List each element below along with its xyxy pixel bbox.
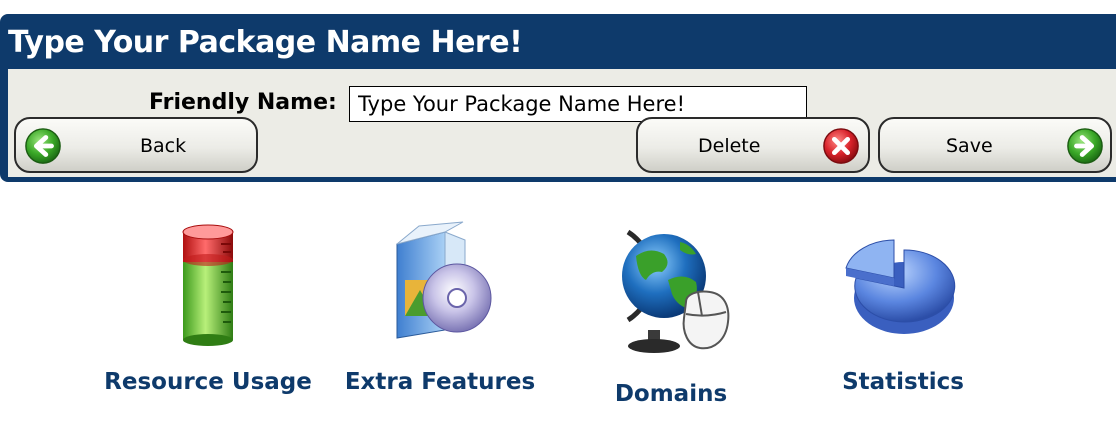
statistics-icon — [845, 239, 956, 334]
friendly-name-label-text: Friendly Name: — [149, 90, 337, 115]
save-arrow-icon — [1067, 128, 1103, 164]
extra-features-link[interactable]: Extra Features — [335, 220, 545, 398]
extra-features-label: Extra Features — [344, 369, 536, 395]
resource-usage-link[interactable]: Resource Usage — [103, 220, 313, 398]
statistics-label: Statistics — [842, 369, 964, 395]
delete-button[interactable]: Delete — [636, 117, 870, 173]
delete-button-label: Delete — [698, 135, 761, 157]
delete-x-icon — [823, 128, 859, 164]
back-button-label: Back — [140, 135, 187, 157]
statistics-link[interactable]: Statistics — [798, 220, 1008, 398]
page-title: Type Your Package Name Here! — [8, 25, 523, 60]
friendly-name-label: Friendly Name: — [149, 89, 337, 117]
save-button-label: Save — [946, 135, 993, 157]
extra-features-icon — [396, 221, 492, 339]
domains-icon — [622, 229, 730, 353]
back-button[interactable]: Back — [14, 117, 258, 173]
back-arrow-icon — [25, 128, 61, 164]
resource-usage-icon — [182, 224, 234, 346]
save-button[interactable]: Save — [878, 117, 1112, 173]
domains-label: Domains — [614, 381, 728, 407]
domains-link[interactable]: Domains — [566, 220, 776, 410]
resource-usage-label: Resource Usage — [104, 369, 312, 395]
